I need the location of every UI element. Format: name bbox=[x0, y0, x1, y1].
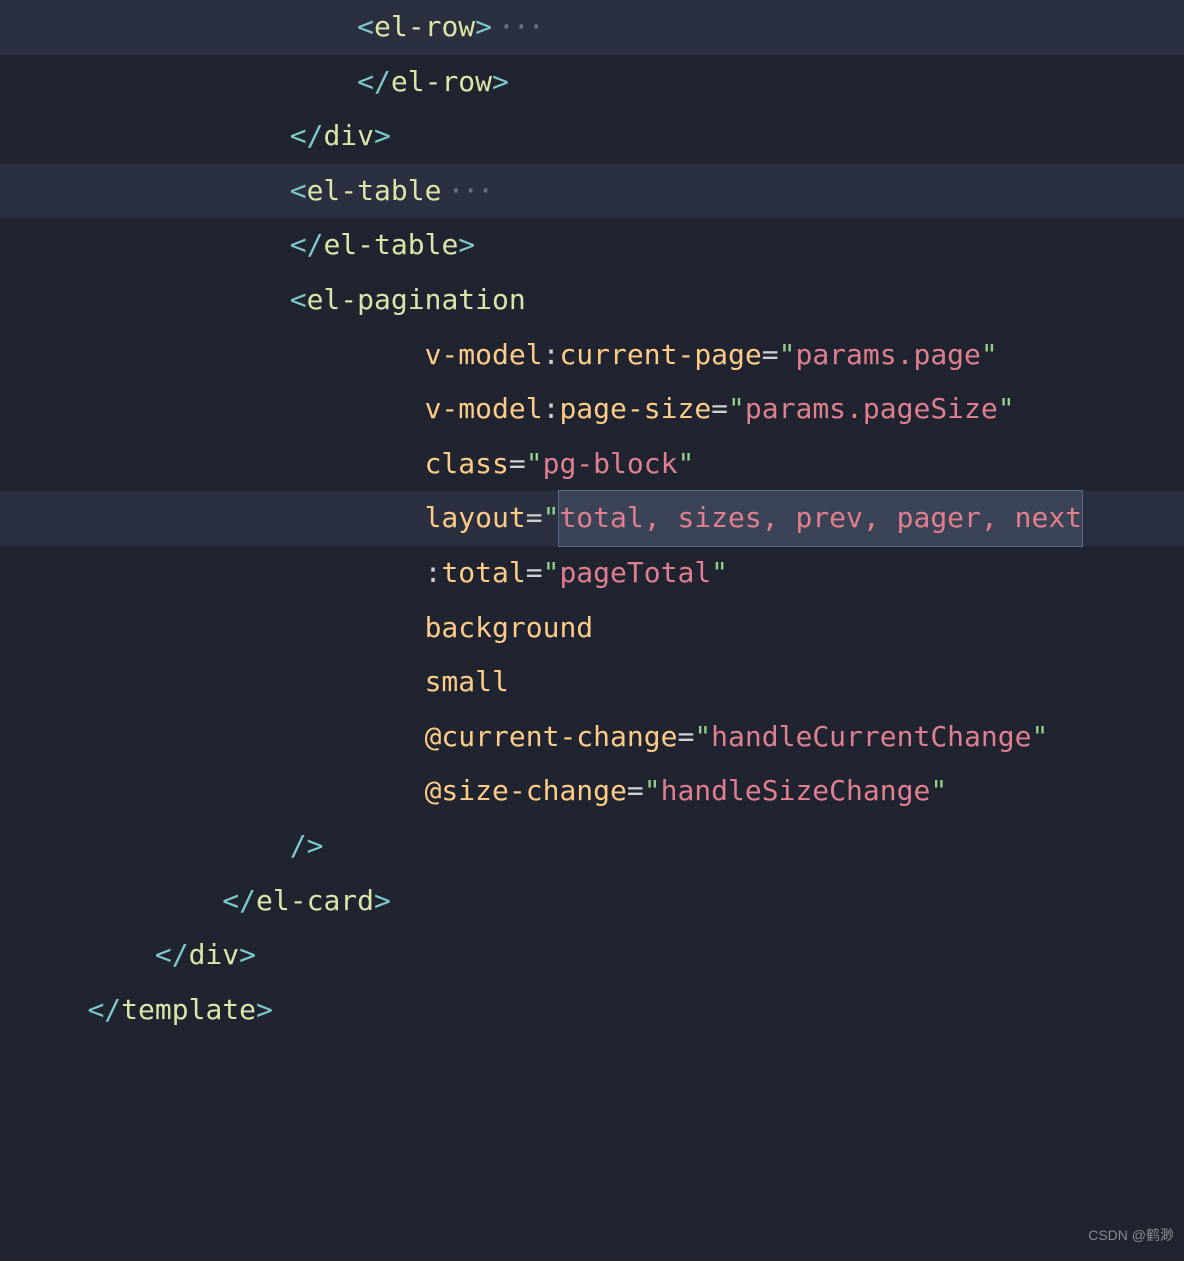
code-line[interactable]: :total="pageTotal" bbox=[0, 546, 1184, 601]
code-token: template bbox=[121, 983, 256, 1038]
code-line[interactable]: v-model:current-page="params.page" bbox=[0, 328, 1184, 383]
code-token: " bbox=[779, 328, 796, 383]
code-token: > bbox=[256, 983, 273, 1038]
code-token: total bbox=[441, 546, 525, 601]
code-token: el-row bbox=[391, 55, 492, 110]
code-token: </ bbox=[155, 928, 189, 983]
code-token: " bbox=[981, 328, 998, 383]
code-token: = bbox=[526, 491, 543, 546]
code-token: " bbox=[543, 491, 560, 546]
code-line[interactable]: /> bbox=[0, 819, 1184, 874]
code-token: el-pagination bbox=[307, 273, 526, 328]
code-token: /> bbox=[290, 819, 324, 874]
code-token: < bbox=[357, 0, 374, 55]
code-token: " bbox=[711, 546, 728, 601]
code-editor[interactable]: <el-row>··· </el-row> </div> <el-table··… bbox=[0, 0, 1184, 1261]
code-token: > bbox=[492, 55, 509, 110]
fold-icon[interactable]: ··· bbox=[498, 0, 543, 55]
code-line[interactable]: <el-row>··· bbox=[0, 0, 1184, 55]
code-line[interactable]: class="pg-block" bbox=[0, 437, 1184, 492]
code-line[interactable]: background bbox=[0, 601, 1184, 656]
code-token: : bbox=[543, 328, 560, 383]
code-line[interactable]: </div> bbox=[0, 109, 1184, 164]
code-token: </ bbox=[87, 983, 121, 1038]
code-line[interactable]: <el-table··· bbox=[0, 164, 1184, 219]
code-line[interactable]: <el-pagination bbox=[0, 273, 1184, 328]
code-token: < bbox=[290, 273, 307, 328]
code-token: pg-block bbox=[543, 437, 678, 492]
code-token: total, sizes, prev, pager, next bbox=[559, 491, 1082, 546]
code-token: el-card bbox=[256, 874, 374, 929]
code-token: = bbox=[711, 382, 728, 437]
code-token: div bbox=[189, 928, 240, 983]
code-token: < bbox=[290, 164, 307, 219]
code-line[interactable]: </div> bbox=[0, 928, 1184, 983]
code-token: " bbox=[694, 710, 711, 765]
code-token: > bbox=[458, 218, 475, 273]
code-token: " bbox=[526, 437, 543, 492]
code-token: small bbox=[425, 655, 509, 710]
code-token: @current-change bbox=[425, 710, 678, 765]
code-line[interactable]: </template> bbox=[0, 983, 1184, 1038]
code-token: > bbox=[475, 0, 492, 55]
code-token: params.page bbox=[795, 328, 980, 383]
code-token: " bbox=[728, 382, 745, 437]
code-token: " bbox=[677, 437, 694, 492]
code-token: background bbox=[425, 601, 594, 656]
code-line[interactable]: </el-card> bbox=[0, 874, 1184, 929]
fold-icon[interactable]: ··· bbox=[447, 164, 492, 219]
code-token: = bbox=[762, 328, 779, 383]
code-line[interactable]: @size-change="handleSizeChange" bbox=[0, 764, 1184, 819]
code-token: </ bbox=[222, 874, 256, 929]
code-token: pageTotal bbox=[559, 546, 711, 601]
code-token: > bbox=[374, 109, 391, 164]
watermark-text: CSDN @鹤渺 bbox=[1088, 1222, 1174, 1249]
code-line[interactable]: v-model:page-size="params.pageSize" bbox=[0, 382, 1184, 437]
code-token: " bbox=[644, 764, 661, 819]
code-token: " bbox=[998, 382, 1015, 437]
code-token: el-table bbox=[323, 218, 458, 273]
code-token: " bbox=[543, 546, 560, 601]
code-token: el-table bbox=[307, 164, 442, 219]
code-token: handleSizeChange bbox=[661, 764, 931, 819]
code-token: </ bbox=[290, 109, 324, 164]
code-line[interactable]: layout="total, sizes, prev, pager, next bbox=[0, 491, 1184, 546]
code-token: : bbox=[543, 382, 560, 437]
code-token: el-row bbox=[374, 0, 475, 55]
code-token: " bbox=[930, 764, 947, 819]
code-token: = bbox=[677, 710, 694, 765]
code-token: @size-change bbox=[425, 764, 627, 819]
code-line[interactable]: </el-table> bbox=[0, 218, 1184, 273]
code-line[interactable]: @current-change="handleCurrentChange" bbox=[0, 710, 1184, 765]
code-token: div bbox=[323, 109, 374, 164]
code-token: layout bbox=[425, 491, 526, 546]
code-token: = bbox=[509, 437, 526, 492]
code-token: v-model bbox=[425, 328, 543, 383]
code-token: " bbox=[1031, 710, 1048, 765]
code-token: = bbox=[526, 546, 543, 601]
code-token: v-model bbox=[425, 382, 543, 437]
code-token: </ bbox=[290, 218, 324, 273]
code-token: </ bbox=[357, 55, 391, 110]
code-token: params.pageSize bbox=[745, 382, 998, 437]
code-token: class bbox=[425, 437, 509, 492]
code-line[interactable]: </el-row> bbox=[0, 55, 1184, 110]
code-token: : bbox=[425, 546, 442, 601]
code-token: = bbox=[627, 764, 644, 819]
code-token: current-page bbox=[559, 328, 761, 383]
code-token: > bbox=[239, 928, 256, 983]
code-token: > bbox=[374, 874, 391, 929]
code-token: handleCurrentChange bbox=[711, 710, 1031, 765]
code-token: page-size bbox=[559, 382, 711, 437]
code-line[interactable]: small bbox=[0, 655, 1184, 710]
